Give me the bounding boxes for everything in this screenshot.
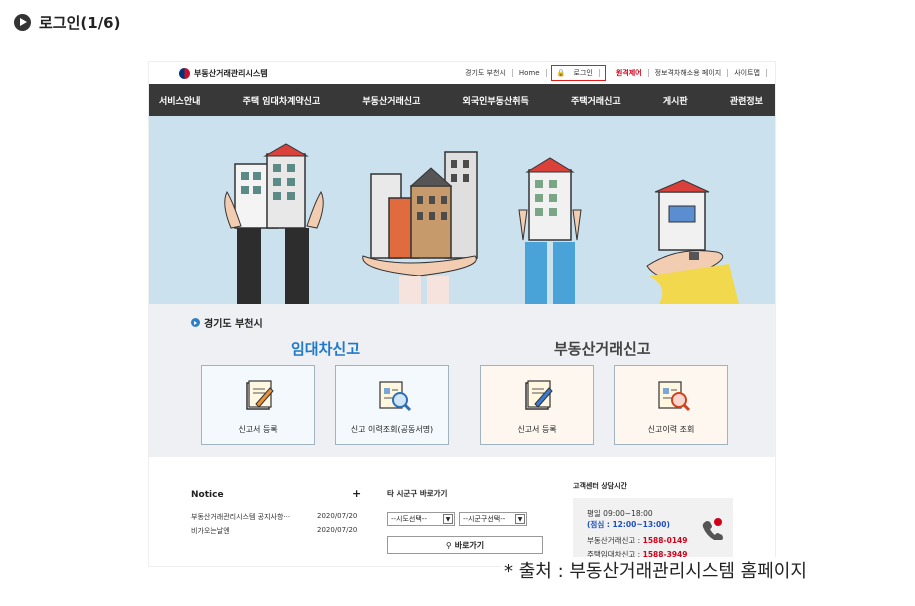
notice-more-button[interactable]: + <box>352 487 361 500</box>
slide-title: 로그인(1/6) <box>14 12 120 33</box>
utility-links: 경기도 부천시 Home 🔒 로그인 원격제어 정보격차해소용 페이지 사이트맵 <box>459 65 767 81</box>
hero-banner <box>149 116 775 304</box>
estate-phone-line: 부동산거래신고 : 1588-0149 <box>587 535 687 546</box>
notice-row[interactable]: 비가오는날엔 2020/07/20 <box>191 526 361 536</box>
chevron-down-icon: ▼ <box>443 514 453 524</box>
source-caption: * 출처 : 부동산거래관리시스템 홈페이지 <box>500 557 811 583</box>
card-rent-register[interactable]: 신고서 등록 <box>201 365 315 445</box>
region-bullet-icon <box>191 318 200 327</box>
nav-item-board[interactable]: 게시판 <box>663 94 688 107</box>
weekday-hours: 평일 09:00~18:00 <box>587 509 653 518</box>
card-label: 신고 이력조회(공동서명) <box>350 425 434 434</box>
link-remote-control[interactable]: 원격제어 <box>610 69 649 77</box>
estate-phone-number: 1588-0149 <box>642 536 688 545</box>
notice-row[interactable]: 부동산거래관리시스템 공지사항··· 2020/07/20 <box>191 512 361 522</box>
notice-date: 2020/07/20 <box>317 512 358 520</box>
goto-button[interactable]: ⚲ 바로가기 <box>387 536 543 554</box>
province-select-value: --시도선택-- <box>391 515 427 523</box>
region-label: 경기도 부천시 <box>191 315 263 330</box>
pencil-document-icon <box>246 380 274 410</box>
site-logo[interactable]: 부동산거래관리시스템 <box>179 67 268 79</box>
notice-title: Notice <box>191 490 224 500</box>
website-screenshot: 부동산거래관리시스템 경기도 부천시 Home 🔒 로그인 원격제어 정보격차해… <box>148 61 776 567</box>
card-label: 신고서 등록 <box>238 425 278 434</box>
card-estate-register[interactable]: 신고서 등록 <box>480 365 594 445</box>
city-select[interactable]: --시군구선택-- ▼ <box>459 512 527 526</box>
play-bullet-icon <box>14 14 31 31</box>
category-rent-title: 임대차신고 <box>291 340 361 358</box>
region-text: 경기도 부천시 <box>204 319 263 330</box>
site-logo-text: 부동산거래관리시스템 <box>194 68 268 78</box>
magnifier-document-icon <box>658 381 691 412</box>
notice-date: 2020/07/20 <box>317 526 358 534</box>
login-label: 로그인 <box>567 69 600 77</box>
nav-item-estate-report[interactable]: 부동산거래신고 <box>362 94 420 107</box>
chevron-down-icon: ▼ <box>515 514 525 524</box>
card-label: 신고서 등록 <box>517 425 557 434</box>
notice-text: 비가오는날엔 <box>191 527 230 535</box>
city-select-value: --시군구선택-- <box>463 515 506 523</box>
hands-holding-buildings-illustration <box>224 143 739 304</box>
service-section: 경기도 부천시 임대차신고 부동산거래신고 신고서 등록 신고 이력조회(공동서… <box>149 304 775 457</box>
slide-title-text: 로그인(1/6) <box>39 14 121 32</box>
nav-item-rent-report[interactable]: 주택 임대차계약신고 <box>243 94 321 107</box>
link-home[interactable]: Home <box>513 69 547 77</box>
card-label: 신고이력 조회 <box>647 425 695 434</box>
magnifier-document-icon <box>379 381 412 412</box>
footer-widgets: Notice + 부동산거래관리시스템 공지사항··· 2020/07/20 비… <box>149 457 775 566</box>
notice-text: 부동산거래관리시스템 공지사항··· <box>191 513 291 521</box>
taegeuk-logo-icon <box>179 67 190 79</box>
login-link[interactable]: 🔒 로그인 <box>550 65 606 81</box>
search-icon: ⚲ <box>445 540 452 550</box>
estate-phone-label: 부동산거래신고 : <box>587 536 643 545</box>
province-select[interactable]: --시도선택-- ▼ <box>387 512 455 526</box>
nav-item-house-report[interactable]: 주택거래신고 <box>571 94 621 107</box>
lunch-hours: (점심 : 12:00~13:00) <box>587 520 670 529</box>
nav-item-service-guide[interactable]: 서비스안내 <box>159 94 200 107</box>
card-estate-history[interactable]: 신고이력 조회 <box>614 365 728 445</box>
link-accessibility-page[interactable]: 정보격차해소용 페이지 <box>649 69 729 77</box>
link-sitemap[interactable]: 사이트맵 <box>728 69 767 77</box>
nav-item-foreigner-acquisition[interactable]: 외국인부동산취득 <box>463 94 529 107</box>
card-rent-history[interactable]: 신고 이력조회(공동서명) <box>335 365 449 445</box>
top-bar: 부동산거래관리시스템 경기도 부천시 Home 🔒 로그인 원격제어 정보격차해… <box>149 62 775 84</box>
goto-title: 타 시군구 바로가기 <box>387 489 448 498</box>
nav-item-related-info[interactable]: 관련정보 <box>730 94 763 107</box>
pencil-document-icon <box>525 380 553 410</box>
main-nav: 서비스안내 주택 임대차계약신고 부동산거래신고 외국인부동산취득 주택거래신고… <box>149 84 775 116</box>
customer-center-title: 고객센터 상담시간 <box>573 482 627 490</box>
link-region[interactable]: 경기도 부천시 <box>459 69 513 77</box>
goto-button-label: 바로가기 <box>454 540 485 550</box>
category-estate-title: 부동산거래신고 <box>554 340 651 358</box>
phone-icon <box>702 518 723 540</box>
